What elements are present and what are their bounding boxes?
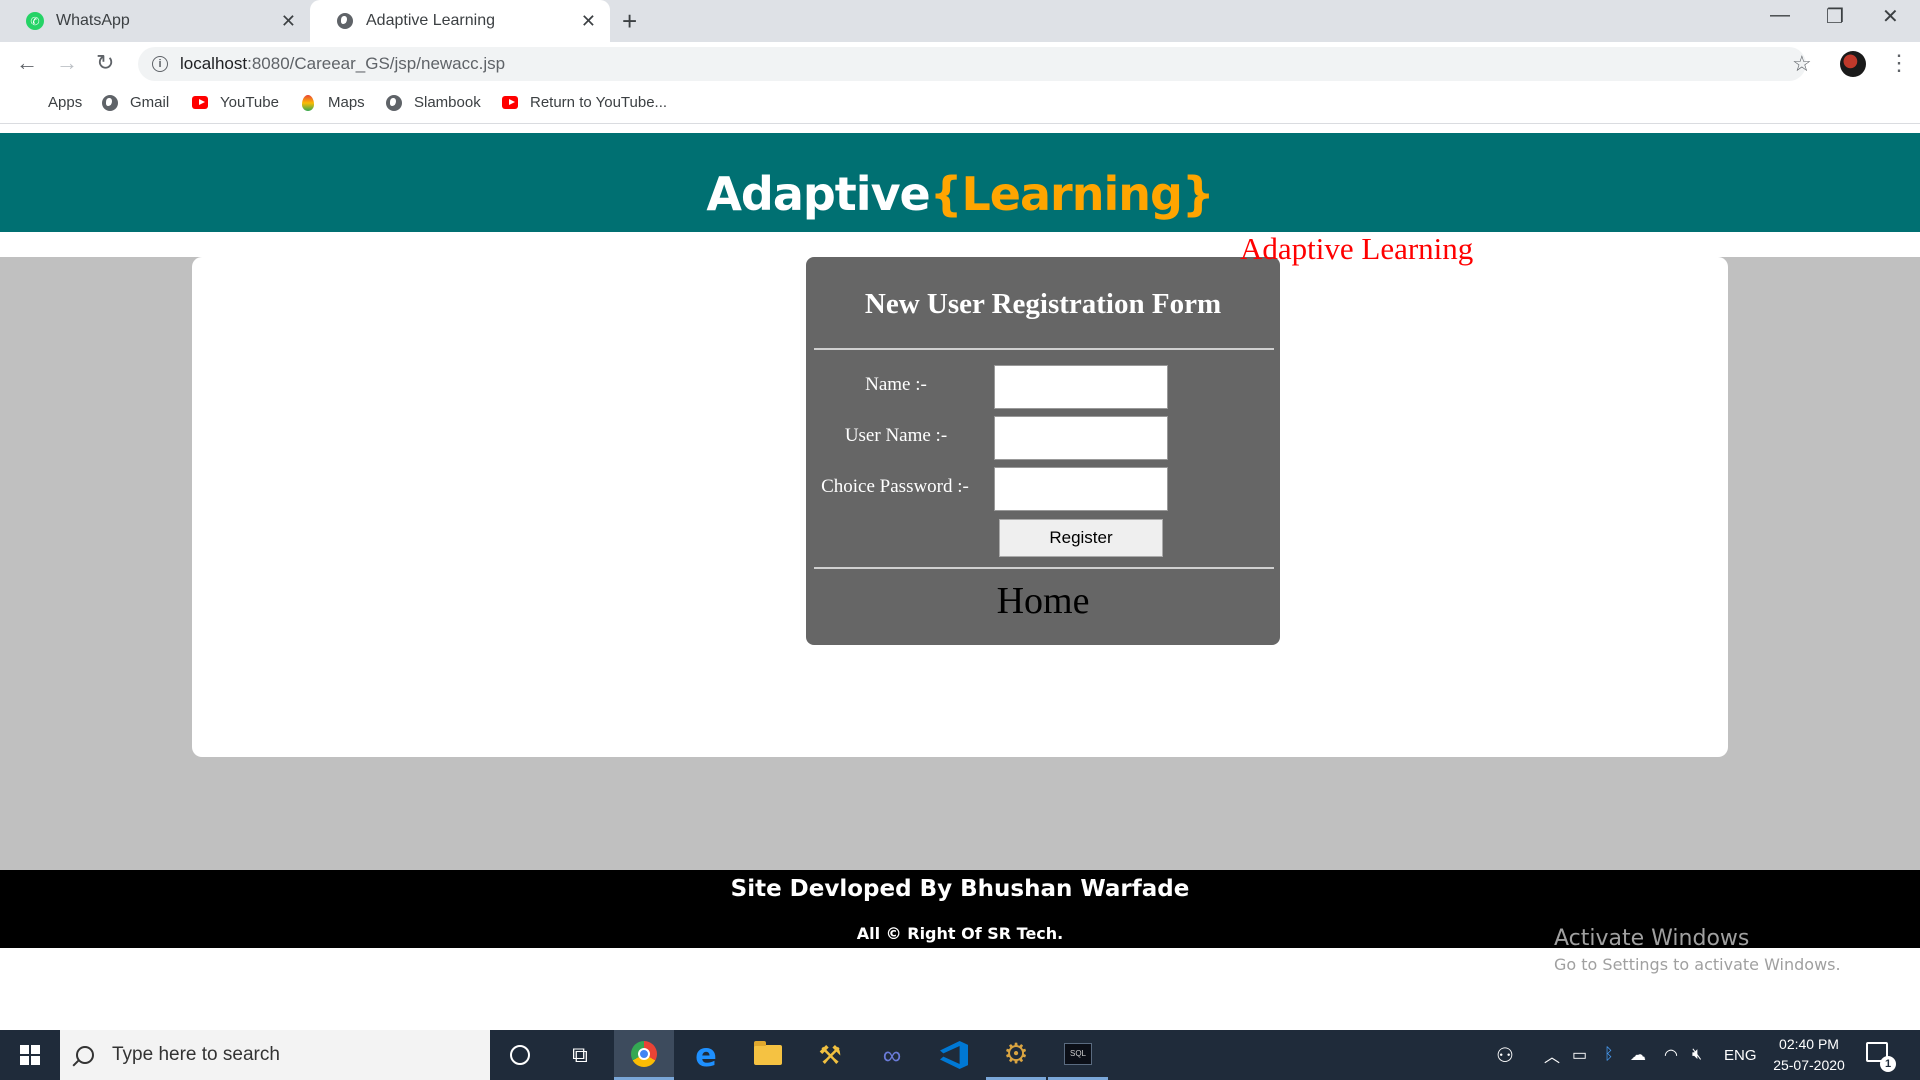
url-host: localhost — [180, 54, 248, 73]
tab-strip: ✆ WhatsApp ✕ Adaptive Learning ✕ + — ❐ ✕ — [0, 0, 1920, 42]
bookmark-return-to-youtube[interactable]: Return to YouTube... — [502, 94, 667, 111]
url-path: :8080/Careear_GS/jsp/newacc.jsp — [247, 54, 506, 73]
tab-whatsapp[interactable]: ✆ WhatsApp ✕ — [0, 0, 310, 42]
globe-icon — [102, 94, 118, 111]
bookmark-label: Return to YouTube... — [530, 94, 668, 111]
bookmark-slambook[interactable]: Slambook — [386, 94, 481, 111]
marquee-text: Adaptive Learning — [1240, 231, 1474, 266]
taskbar-search[interactable]: Type here to search — [60, 1030, 490, 1080]
onedrive-icon[interactable]: ☁ — [1630, 1030, 1646, 1080]
profile-avatar[interactable] — [1840, 51, 1866, 77]
tab-adaptive-learning[interactable]: Adaptive Learning ✕ — [310, 0, 610, 42]
web-page: Adaptive{Learning} New User Registration… — [0, 125, 1920, 1030]
whatsapp-icon: ✆ — [26, 12, 44, 30]
bookmark-label: Gmail — [130, 94, 170, 111]
tab-label: WhatsApp — [56, 12, 130, 29]
task-view-icon[interactable]: ⧉ — [550, 1030, 610, 1080]
chrome-icon[interactable] — [614, 1030, 674, 1080]
bookmark-star-icon[interactable]: ☆ — [1792, 51, 1812, 77]
tab-label: Adaptive Learning — [366, 12, 495, 29]
name-label: Name :- — [865, 374, 927, 395]
register-button[interactable]: Register — [999, 519, 1163, 557]
bookmark-apps[interactable]: Apps — [20, 94, 82, 111]
activate-windows-watermark: Activate Windows Go to Settings to activ… — [1554, 926, 1841, 974]
new-tab-button[interactable]: + — [622, 6, 637, 37]
people-icon[interactable]: ⚇ — [1496, 1030, 1514, 1080]
browser-toolbar: ← → ↻ i localhost:8080/Careear_GS/jsp/ne… — [0, 42, 1920, 86]
reload-icon[interactable]: ↻ — [96, 50, 114, 76]
start-button[interactable] — [0, 1030, 60, 1080]
divider — [814, 567, 1274, 569]
clock-date: 25-07-2020 — [1773, 1057, 1845, 1073]
search-icon — [76, 1046, 94, 1064]
bookmark-label: Apps — [48, 94, 83, 111]
brand-main: Adaptive — [706, 167, 930, 221]
battery-icon[interactable]: ▭ — [1572, 1030, 1587, 1080]
tools-icon[interactable]: ⚒ — [800, 1030, 860, 1080]
site-logo: Adaptive{Learning} — [0, 167, 1920, 221]
youtube-icon — [502, 95, 518, 111]
wifi-icon[interactable]: ◠ — [1664, 1030, 1678, 1080]
apps-grid-icon — [20, 95, 36, 111]
close-window-icon[interactable]: ✕ — [1882, 4, 1899, 29]
form-title: New User Registration Form — [864, 288, 1222, 320]
maps-pin-icon — [300, 94, 316, 111]
close-tab-icon[interactable]: ✕ — [581, 11, 596, 32]
infinity-icon[interactable]: ∞ — [862, 1030, 922, 1080]
divider — [814, 348, 1274, 350]
bookmark-label: Maps — [328, 94, 365, 111]
watermark-subtitle: Go to Settings to activate Windows. — [1554, 955, 1841, 974]
bookmark-maps[interactable]: Maps — [300, 94, 365, 111]
home-link[interactable]: Home — [806, 579, 1280, 623]
globe-icon — [336, 12, 354, 30]
menu-icon[interactable]: ⋮ — [1888, 50, 1910, 76]
brand-accent: {Learning} — [929, 167, 1215, 221]
vscode-icon[interactable] — [924, 1030, 984, 1080]
footer-credit: Site Devloped By Bhushan Warfade — [730, 876, 1190, 902]
clock[interactable]: 02:40 PM 25-07-2020 — [1766, 1034, 1852, 1076]
volume-muted-icon[interactable]: 🔇︎ — [1692, 1030, 1702, 1080]
bookmark-youtube[interactable]: YouTube — [192, 94, 279, 111]
password-label: Choice Password :- — [821, 476, 969, 497]
username-label: User Name :- — [844, 425, 948, 446]
windows-logo-icon — [20, 1045, 40, 1065]
close-tab-icon[interactable]: ✕ — [281, 11, 296, 32]
windows-taskbar: Type here to search ⧉ e ⚒ ∞ ⚙ SQL ⚇ ︿ ▭ … — [0, 1030, 1920, 1080]
minimize-icon[interactable]: — — [1770, 4, 1790, 27]
language-indicator[interactable]: ENG — [1724, 1030, 1757, 1080]
chevron-up-icon[interactable]: ︿ — [1544, 1030, 1560, 1080]
bookmarks-bar: Apps Gmail YouTube Maps Slambook Return … — [0, 86, 1920, 124]
registration-form: New User Registration Form Name :- User … — [806, 257, 1280, 645]
bluetooth-icon[interactable]: ᛒ — [1604, 1030, 1614, 1080]
username-input[interactable] — [994, 416, 1168, 460]
bookmark-gmail[interactable]: Gmail — [102, 94, 169, 111]
address-bar[interactable]: i localhost:8080/Careear_GS/jsp/newacc.j… — [138, 47, 1806, 81]
site-info-icon[interactable]: i — [152, 56, 168, 72]
globe-icon — [386, 94, 402, 111]
name-input[interactable] — [994, 365, 1168, 409]
back-icon[interactable]: ← — [16, 50, 38, 76]
mysql-icon[interactable]: SQL — [1048, 1030, 1108, 1080]
restore-icon[interactable]: ❐ — [1826, 4, 1844, 29]
file-explorer-icon[interactable] — [738, 1030, 798, 1080]
clock-time: 02:40 PM — [1779, 1036, 1839, 1052]
forward-icon[interactable]: → — [56, 50, 78, 76]
watermark-title: Activate Windows — [1554, 926, 1750, 951]
bookmark-label: YouTube — [220, 94, 279, 111]
edge-icon[interactable]: e — [676, 1030, 736, 1080]
cortana-icon[interactable] — [490, 1030, 550, 1080]
notification-count: 1 — [1880, 1056, 1896, 1072]
search-placeholder: Type here to search — [112, 1044, 280, 1065]
bookmark-label: Slambook — [414, 94, 481, 111]
password-input[interactable] — [994, 467, 1168, 511]
youtube-icon — [192, 95, 208, 111]
gear-app-icon[interactable]: ⚙ — [986, 1030, 1046, 1080]
